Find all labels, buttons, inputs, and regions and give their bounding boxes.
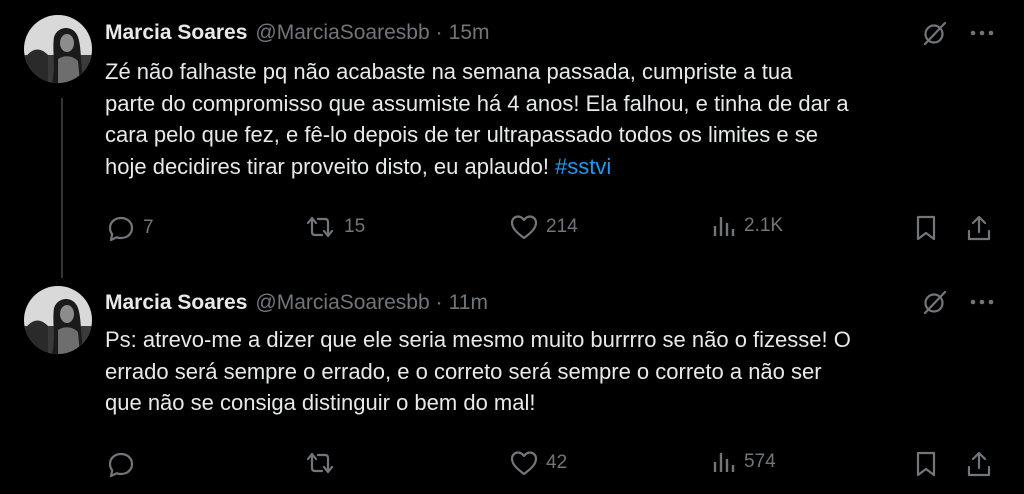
tweet[interactable]: Marcia Soares @MarciaSoaresbb · 15m Zé n… bbox=[0, 0, 1024, 262]
retweet-arrows-icon bbox=[304, 450, 336, 476]
reply-button[interactable] bbox=[107, 450, 143, 478]
like-button[interactable]: 42 bbox=[510, 450, 567, 476]
share-button[interactable] bbox=[966, 450, 992, 478]
avatar[interactable] bbox=[24, 286, 92, 354]
retweet-button[interactable] bbox=[304, 450, 344, 476]
views-count: 574 bbox=[744, 451, 776, 472]
bookmark-button[interactable] bbox=[915, 214, 937, 242]
separator-dot: · bbox=[435, 21, 443, 44]
grok-slash-icon[interactable] bbox=[922, 289, 948, 315]
hashtag-link[interactable]: #sstvi bbox=[555, 154, 611, 179]
reply-count: 7 bbox=[143, 217, 154, 238]
like-count: 42 bbox=[546, 452, 568, 473]
retweet-arrows-icon bbox=[304, 214, 336, 240]
share-upload-icon bbox=[966, 450, 992, 478]
timestamp[interactable]: 11m bbox=[449, 291, 488, 315]
author-name[interactable]: Marcia Soares bbox=[105, 21, 247, 45]
views-button[interactable]: 2.1K bbox=[712, 214, 783, 238]
more-dots-icon[interactable] bbox=[970, 298, 994, 306]
more-dots-icon[interactable] bbox=[970, 29, 994, 37]
like-button[interactable]: 214 bbox=[510, 214, 578, 240]
tweet-text: Zé não falhaste pq não acabaste na seman… bbox=[105, 56, 1005, 182]
retweet-button[interactable]: 15 bbox=[304, 214, 365, 240]
heart-icon bbox=[510, 450, 538, 476]
tweet-top-icons bbox=[922, 20, 994, 46]
bookmark-icon bbox=[915, 214, 937, 242]
tweet-text: Ps: atrevo-me a dizer que ele seria mesm… bbox=[105, 324, 1005, 419]
retweet-count: 15 bbox=[344, 216, 366, 237]
author-handle[interactable]: @MarciaSoaresbb bbox=[255, 291, 429, 315]
separator-dot: · bbox=[435, 291, 443, 314]
timestamp[interactable]: 15m bbox=[449, 21, 490, 45]
tweet-text-body: Ps: atrevo-me a dizer que ele seria mesm… bbox=[105, 327, 851, 415]
reply-bubble-icon bbox=[107, 450, 135, 478]
views-bars-icon bbox=[712, 450, 736, 474]
tweet-actions: 42 574 bbox=[0, 450, 1024, 482]
avatar[interactable] bbox=[24, 15, 92, 83]
bookmark-icon bbox=[915, 450, 937, 478]
bookmark-button[interactable] bbox=[915, 450, 937, 478]
like-count: 214 bbox=[546, 216, 578, 237]
share-button[interactable] bbox=[966, 214, 992, 242]
views-count: 2.1K bbox=[744, 215, 784, 236]
tweet-header: Marcia Soares @MarciaSoaresbb · 15m bbox=[105, 18, 490, 48]
tweet-actions: 7 15 214 2.1K bbox=[0, 214, 1024, 246]
reply-button[interactable]: 7 bbox=[107, 214, 154, 242]
tweet-top-icons bbox=[922, 289, 994, 315]
heart-icon bbox=[510, 214, 538, 240]
reply-bubble-icon bbox=[107, 214, 135, 242]
grok-slash-icon[interactable] bbox=[922, 20, 948, 46]
tweet-text-body: Zé não falhaste pq não acabaste na seman… bbox=[105, 59, 849, 179]
tweet[interactable]: Marcia Soares @MarciaSoaresbb · 11m Ps: … bbox=[0, 272, 1024, 494]
views-button[interactable]: 574 bbox=[712, 450, 776, 474]
author-handle[interactable]: @MarciaSoaresbb bbox=[255, 21, 429, 45]
views-bars-icon bbox=[712, 214, 736, 238]
share-upload-icon bbox=[966, 214, 992, 242]
tweet-header: Marcia Soares @MarciaSoaresbb · 11m bbox=[105, 288, 488, 318]
author-name[interactable]: Marcia Soares bbox=[105, 291, 247, 315]
